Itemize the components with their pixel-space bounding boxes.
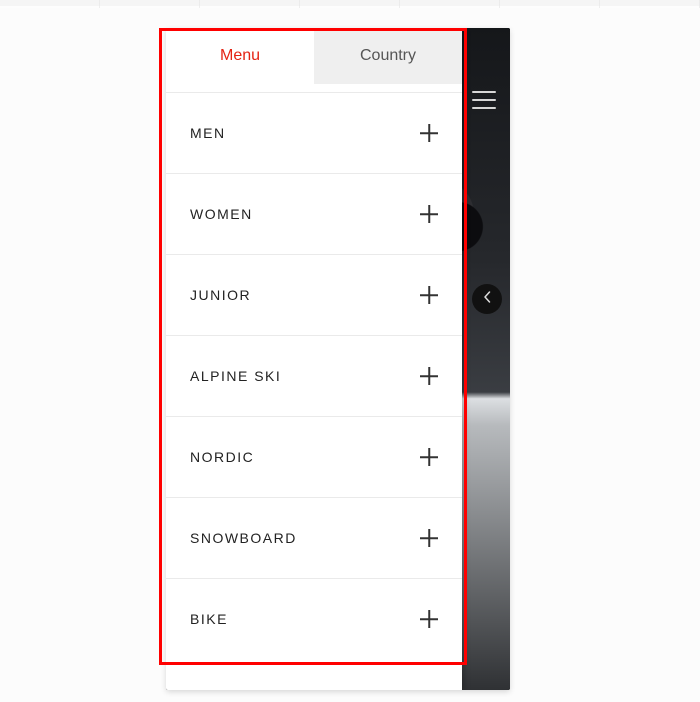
top-ruler [0,0,700,8]
hamburger-icon[interactable] [472,91,496,109]
menu-item-label: SNOWBOARD [190,530,297,546]
stage: Menu Country MEN WOMEN JUNIOR ALPINE [0,8,700,702]
menu-item-bike[interactable]: BIKE [166,578,462,659]
plus-icon [420,448,438,466]
plus-icon [420,124,438,142]
menu-item-men[interactable]: MEN [166,92,462,173]
menu-list: MEN WOMEN JUNIOR ALPINE SKI NORDIC [166,84,462,690]
tab-country[interactable]: Country [314,28,462,84]
menu-item-junior[interactable]: JUNIOR [166,254,462,335]
menu-item-label: WOMEN [190,206,253,222]
mobile-device-frame: Menu Country MEN WOMEN JUNIOR ALPINE [166,28,510,690]
plus-icon [420,529,438,547]
slideout-menu-panel: Menu Country MEN WOMEN JUNIOR ALPINE [166,28,462,690]
plus-icon [420,286,438,304]
menu-item-alpine-ski[interactable]: ALPINE SKI [166,335,462,416]
plus-icon [420,367,438,385]
menu-item-women[interactable]: WOMEN [166,173,462,254]
carousel-prev-button[interactable] [472,284,502,314]
menu-item-label: BIKE [190,611,228,627]
chevron-left-icon [483,290,491,308]
menu-item-label: JUNIOR [190,287,251,303]
menu-tabs: Menu Country [166,28,462,84]
tab-menu[interactable]: Menu [166,28,314,84]
menu-item-label: MEN [190,125,226,141]
menu-item-snowboard[interactable]: SNOWBOARD [166,497,462,578]
menu-item-label: NORDIC [190,449,254,465]
plus-icon [420,205,438,223]
menu-item-label: ALPINE SKI [190,368,281,384]
menu-item-nordic[interactable]: NORDIC [166,416,462,497]
plus-icon [420,610,438,628]
